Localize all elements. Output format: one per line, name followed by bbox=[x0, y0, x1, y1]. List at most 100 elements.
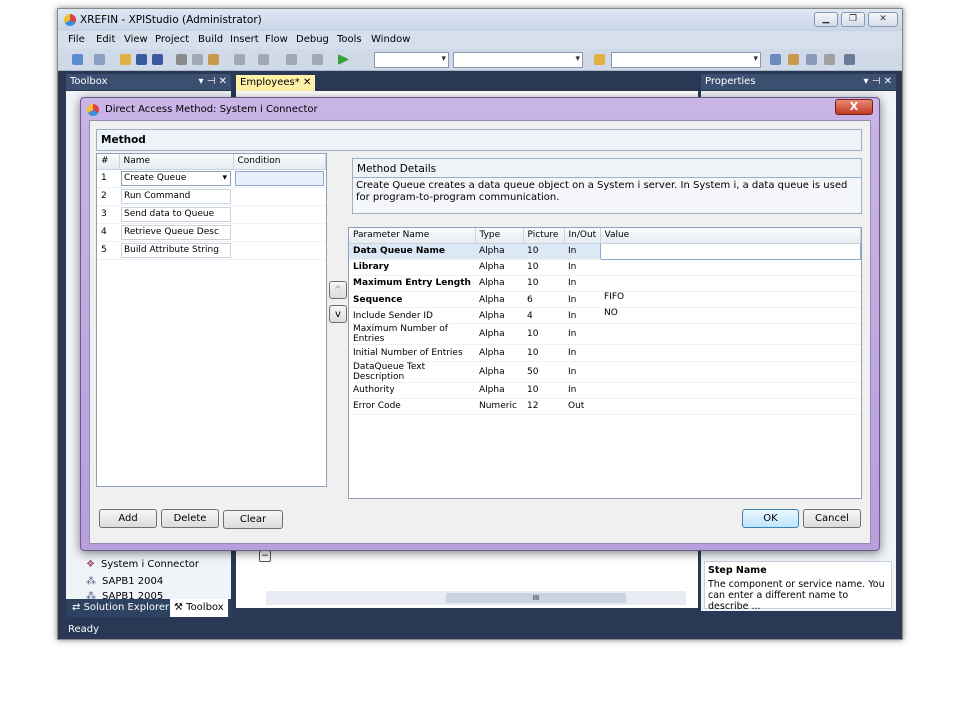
move-down-button[interactable]: v bbox=[329, 305, 347, 323]
table-row[interactable]: 1 Create Queue ▾ bbox=[97, 169, 326, 188]
configuration-select[interactable] bbox=[374, 52, 449, 68]
toolbox-icon[interactable] bbox=[824, 54, 835, 65]
toolbox-item[interactable]: ⁂ SAPB1 2005 bbox=[86, 591, 163, 599]
collapse-icon[interactable]: − bbox=[259, 550, 271, 562]
column-header-name[interactable]: Name bbox=[119, 154, 234, 170]
menu-tools[interactable]: Tools bbox=[337, 34, 362, 45]
maximize-button[interactable]: ❐ bbox=[841, 12, 865, 27]
method-name[interactable]: Send data to Queue bbox=[121, 206, 231, 222]
menu-edit[interactable]: Edit bbox=[96, 34, 115, 45]
table-row[interactable]: 3 Send data to Queue bbox=[97, 205, 326, 224]
param-value[interactable] bbox=[599, 242, 861, 260]
column-header-value[interactable]: Value bbox=[600, 228, 861, 244]
param-value[interactable] bbox=[600, 382, 861, 399]
paste-icon[interactable] bbox=[208, 54, 219, 65]
close-window-button[interactable]: ✕ bbox=[868, 12, 898, 27]
cancel-button[interactable]: Cancel bbox=[803, 509, 861, 528]
find-combo[interactable] bbox=[611, 52, 761, 68]
table-row[interactable]: 5 Build Attribute String bbox=[97, 241, 326, 260]
save-icon[interactable] bbox=[136, 54, 147, 65]
navigate-back-icon[interactable] bbox=[286, 54, 297, 65]
open-folder-icon[interactable] bbox=[120, 54, 131, 65]
column-header-parameter-name[interactable]: Parameter Name bbox=[349, 228, 476, 244]
close-tab-icon[interactable]: ✕ bbox=[303, 77, 311, 88]
start-page-icon[interactable] bbox=[844, 54, 855, 65]
minimize-button[interactable]: ▁ bbox=[814, 12, 838, 27]
navigate-forward-icon[interactable] bbox=[312, 54, 323, 65]
param-value[interactable] bbox=[600, 275, 861, 293]
table-row[interactable]: Authority Alpha 10 In bbox=[349, 382, 861, 399]
properties-icon[interactable] bbox=[788, 54, 799, 65]
column-header-inout[interactable]: In/Out bbox=[564, 228, 601, 244]
param-value[interactable]: NO bbox=[600, 307, 861, 325]
tab-employees[interactable]: Employees* ✕ bbox=[236, 75, 316, 91]
delete-button[interactable]: Delete bbox=[161, 509, 219, 528]
panel-pin-icon[interactable]: ▾ ⊣ ✕ bbox=[199, 74, 227, 90]
method-condition[interactable] bbox=[233, 187, 326, 206]
table-row[interactable]: Error Code Numeric 12 Out bbox=[349, 398, 861, 416]
find-icon[interactable] bbox=[594, 54, 605, 65]
column-header-num[interactable]: # bbox=[97, 154, 120, 170]
table-row[interactable]: Initial Number of Entries Alpha 10 In bbox=[349, 344, 861, 362]
menu-insert[interactable]: Insert bbox=[230, 34, 259, 45]
column-header-picture[interactable]: Picture bbox=[523, 228, 565, 244]
platform-select[interactable] bbox=[453, 52, 583, 68]
method-condition[interactable] bbox=[233, 205, 326, 224]
solution-explorer-icon[interactable] bbox=[770, 54, 781, 65]
method-condition[interactable] bbox=[233, 223, 326, 242]
cut-icon[interactable] bbox=[176, 54, 187, 65]
add-item-icon[interactable] bbox=[94, 54, 105, 65]
param-value[interactable] bbox=[600, 361, 861, 383]
menu-file[interactable]: File bbox=[68, 34, 85, 45]
method-name-select[interactable]: Create Queue ▾ bbox=[121, 170, 231, 186]
table-row[interactable]: DataQueue Text Description Alpha 50 In bbox=[349, 361, 861, 383]
menu-view[interactable]: View bbox=[124, 34, 148, 45]
ok-button[interactable]: OK bbox=[742, 509, 799, 528]
save-all-icon[interactable] bbox=[152, 54, 163, 65]
table-row[interactable]: 2 Run Command bbox=[97, 187, 326, 206]
toolbox-item[interactable]: ❖ System i Connector bbox=[86, 559, 199, 570]
param-value[interactable] bbox=[600, 344, 861, 362]
method-condition-input[interactable] bbox=[235, 170, 324, 186]
param-value[interactable]: FIFO bbox=[600, 291, 861, 309]
chevron-down-icon[interactable]: ▾ bbox=[222, 172, 227, 185]
menu-debug[interactable]: Debug bbox=[296, 34, 329, 45]
new-project-icon[interactable] bbox=[72, 54, 83, 65]
method-name[interactable]: Run Command bbox=[121, 188, 231, 204]
menu-project[interactable]: Project bbox=[155, 34, 189, 45]
clear-button[interactable]: Clear bbox=[223, 510, 283, 529]
step-name-desc: The component or service name. You can e… bbox=[708, 579, 885, 612]
param-value[interactable] bbox=[600, 398, 861, 416]
panel-pin-icon[interactable]: ▾ ⊣ ✕ bbox=[864, 74, 892, 90]
method-condition[interactable] bbox=[233, 241, 326, 260]
table-row[interactable]: Library Alpha 10 In bbox=[349, 259, 861, 276]
copy-icon[interactable] bbox=[192, 54, 203, 65]
add-button[interactable]: Add bbox=[99, 509, 157, 528]
column-header-type[interactable]: Type bbox=[475, 228, 524, 244]
horizontal-scrollbar[interactable]: III bbox=[266, 591, 686, 605]
table-row[interactable]: Sequence Alpha 6 In FIFO bbox=[349, 291, 861, 309]
table-row[interactable]: Maximum Entry Length Alpha 10 In bbox=[349, 275, 861, 293]
param-value[interactable] bbox=[600, 259, 861, 276]
move-up-button[interactable]: ^ bbox=[329, 281, 347, 299]
table-row[interactable]: Include Sender ID Alpha 4 In NO bbox=[349, 307, 861, 325]
start-debug-icon[interactable] bbox=[338, 54, 349, 65]
method-name[interactable]: Retrieve Queue Desc bbox=[121, 224, 231, 240]
object-browser-icon[interactable] bbox=[806, 54, 817, 65]
table-row[interactable]: Data Queue Name Alpha 10 In bbox=[349, 242, 861, 260]
tab-solution-explorer[interactable]: ⇄ Solution Explorer bbox=[72, 602, 169, 613]
menu-flow[interactable]: Flow bbox=[265, 34, 288, 45]
dialog-close-button[interactable]: X bbox=[835, 99, 873, 115]
table-row[interactable]: 4 Retrieve Queue Desc bbox=[97, 223, 326, 242]
tab-toolbox[interactable]: ⚒ Toolbox bbox=[170, 599, 228, 617]
redo-icon[interactable] bbox=[258, 54, 269, 65]
column-header-condition[interactable]: Condition bbox=[233, 154, 326, 170]
menu-build[interactable]: Build bbox=[198, 34, 223, 45]
scroll-thumb[interactable]: III bbox=[446, 593, 626, 603]
menu-window[interactable]: Window bbox=[371, 34, 410, 45]
table-row[interactable]: Maximum Number of Entries Alpha 10 In bbox=[349, 323, 861, 346]
param-value[interactable] bbox=[600, 323, 861, 346]
toolbox-item[interactable]: ⁂ SAPB1 2004 bbox=[86, 576, 163, 587]
undo-icon[interactable] bbox=[234, 54, 245, 65]
method-name[interactable]: Build Attribute String bbox=[121, 242, 231, 258]
